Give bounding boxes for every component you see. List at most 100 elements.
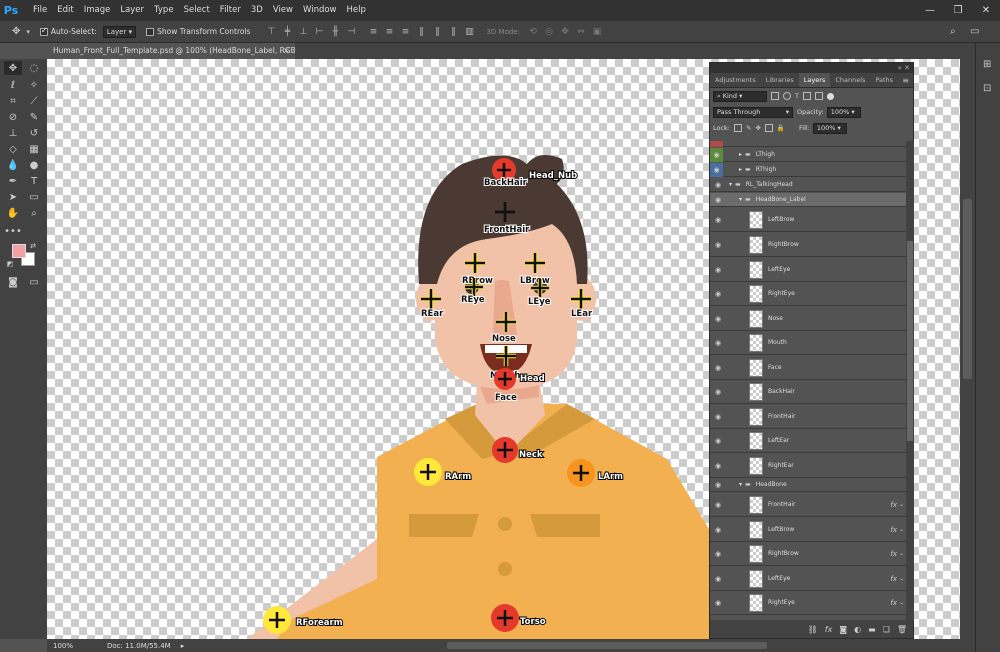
align-left-icon[interactable]: ⊢ [312,26,326,38]
new-layer-icon[interactable]: ❏ [883,625,890,634]
auto-select-checkbox[interactable] [39,26,48,36]
tab-layers[interactable]: Layers [798,73,831,87]
filter-toggle-icon[interactable] [826,92,834,100]
workspace-icon[interactable]: ▭ [970,26,979,37]
align-hcenter-icon[interactable]: ╫ [328,26,342,38]
trash-icon[interactable]: 🗑 [897,625,907,634]
layer-row[interactable]: ◉ BackHair [710,380,906,404]
distribute-top-icon[interactable]: ≡ [366,26,380,38]
swap-colors-icon[interactable]: ⇄ [28,241,38,251]
panel-collapse-icon[interactable]: « ✕ [710,63,913,73]
layer-list-scrollbar[interactable] [906,141,914,621]
layer-row[interactable]: ◉ RightEye fx ⌄ [710,591,906,615]
screen-mode-icon[interactable]: ▭ [25,275,43,289]
lock-position-icon[interactable]: ✥ [755,124,760,132]
distribute-right-icon[interactable]: ‖ [446,26,460,38]
canvas-vertical-scrollbar[interactable] [960,59,975,639]
quick-mask-icon[interactable]: ◙ [4,275,22,289]
align-vcenter-icon[interactable]: ╪ [280,26,294,38]
properties-panel-icon[interactable]: ⊞ [983,59,991,70]
blur-tool-icon[interactable]: 💧 [4,158,22,172]
type-tool-icon[interactable]: T [25,174,43,188]
dodge-tool-icon[interactable]: ● [25,158,43,172]
pixel-filter-icon[interactable] [771,92,779,100]
panel-menu-icon[interactable]: ≡ [902,73,913,87]
layer-row[interactable]: ◉ RightBrow [710,233,906,257]
layer-row[interactable]: ◉ LeftEye fx ⌄ [710,567,906,591]
menu-filter[interactable]: Filter [215,0,246,21]
visibility-eye-icon[interactable]: ◉ [713,480,723,490]
type-filter-icon[interactable]: T [795,92,799,100]
layer-row[interactable]: ◉ RightEye [710,282,906,306]
layer-row[interactable]: ◉ LeftBrow fx ⌄ [710,518,906,542]
visibility-eye-icon[interactable]: ◉ [713,289,723,299]
layer-effects-icon[interactable]: fx [890,575,897,583]
align-right-icon[interactable]: ⊣ [344,26,358,38]
layer-row[interactable]: ◉ RightEar [710,454,906,478]
rectangle-tool-icon[interactable]: ▭ [25,190,43,204]
foreground-color-swatch[interactable] [12,244,26,258]
tab-channels[interactable]: Channels [830,73,870,87]
new-group-icon[interactable]: ▬ [868,625,876,634]
clone-stamp-tool-icon[interactable]: ⊥ [4,126,22,140]
layer-row[interactable]: ◉ Nose [710,307,906,331]
layer-group-row[interactable]: ◉ ▾ ▬ RL_TalkingHead [710,178,906,192]
document-tab[interactable]: Human_Front_Full_Template.psd @ 100% (He… [47,43,295,59]
pen-tool-icon[interactable]: ✒ [4,174,22,188]
menu-window[interactable]: Window [298,0,342,21]
visibility-eye-icon[interactable] [710,141,723,147]
layer-row[interactable]: ◉ LeftBrow [710,208,906,232]
visibility-eye-icon[interactable]: ◉ [713,215,723,225]
layer-row[interactable]: ◉ FrontHair fx ⌄ [710,493,906,517]
layer-scroll-thumb[interactable] [907,241,913,441]
visibility-eye-icon[interactable]: ◉ [713,338,723,348]
fill-input[interactable]: 100% ▾ [812,122,847,134]
visibility-eye-icon[interactable]: ◉ [710,162,723,177]
marquee-tool-icon[interactable]: ◌ [25,61,43,75]
layer-row[interactable]: ◉ LeftEar [710,429,906,453]
move-tool-icon[interactable]: ✥ [12,26,20,37]
opacity-input[interactable]: 100% ▾ [826,106,861,118]
tab-paths[interactable]: Paths [870,73,898,87]
visibility-eye-icon[interactable]: ◉ [713,525,723,535]
lock-artboard-icon[interactable] [764,124,773,132]
chevron-down-icon[interactable]: ⌄ [899,526,904,533]
vertical-scroll-thumb[interactable] [963,199,972,379]
distribute-left-icon[interactable]: ‖ [414,26,428,38]
lock-all-icon[interactable]: 🔒 [777,124,785,132]
close-button[interactable]: ✕ [972,0,1000,21]
chevron-right-icon[interactable]: ▸ [739,166,742,173]
3d-slide-icon[interactable]: ⇔ [574,26,588,38]
brush-tool-icon[interactable]: ✎ [25,110,43,124]
align-top-icon[interactable]: ⊤ [264,26,278,38]
auto-align-icon[interactable]: ▥ [462,26,476,38]
shape-filter-icon[interactable] [802,92,811,100]
default-colors-icon[interactable]: ◩ [5,259,15,269]
chevron-down-icon[interactable]: ⌄ [899,575,904,582]
distribute-hcenter-icon[interactable]: ‖ [430,26,444,38]
layer-row[interactable]: ◉ Face [710,356,906,380]
visibility-eye-icon[interactable]: ◉ [713,265,723,275]
hand-tool-icon[interactable]: ✋ [4,206,22,220]
menu-image[interactable]: Image [79,0,116,21]
visibility-eye-icon[interactable]: ◉ [713,412,723,422]
layer-row[interactable]: ◉ LeftEye [710,258,906,282]
zoom-level[interactable]: 100% [53,642,97,650]
visibility-eye-icon[interactable]: ◉ [713,574,723,584]
menu-file[interactable]: File [28,0,52,21]
visibility-eye-icon[interactable]: ◉ [713,195,723,205]
visibility-eye-icon[interactable]: ◉ [713,180,723,190]
gradient-tool-icon[interactable]: ▦ [25,142,43,156]
status-menu-icon[interactable]: ▸ [181,642,185,650]
add-style-icon[interactable]: fx [825,625,833,634]
path-selection-tool-icon[interactable]: ➤ [4,190,22,204]
blend-mode-select[interactable]: Pass Through ▾ [713,106,793,118]
menu-help[interactable]: Help [342,0,371,21]
3d-drag-icon[interactable]: ✥ [558,26,572,38]
visibility-eye-icon[interactable]: ◉ [713,314,723,324]
magic-wand-tool-icon[interactable]: ✧ [25,78,43,92]
minimize-button[interactable]: — [916,0,944,21]
layer-group-row[interactable] [710,141,906,147]
tab-libraries[interactable]: Libraries [761,73,799,87]
auto-select-dropdown[interactable]: Layer ▾ [102,25,137,38]
